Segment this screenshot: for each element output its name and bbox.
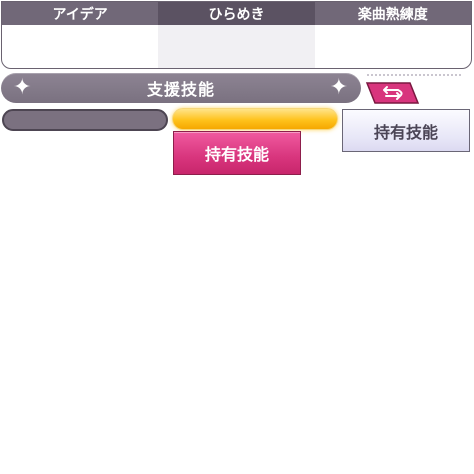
tab-content-inspiration <box>158 25 315 68</box>
support-skill-title: 支援技能 <box>146 80 215 99</box>
sparkle-icon: ✦ <box>329 75 349 100</box>
skill-progress-bar-full <box>172 108 338 130</box>
sparkle-icon: ✦ <box>13 75 33 100</box>
tab-content <box>2 25 471 68</box>
tab-idea[interactable]: アイデア <box>2 2 159 25</box>
swap-button[interactable] <box>364 81 420 105</box>
tab-panel: アイデア ひらめき 楽曲熟練度 <box>1 1 472 69</box>
divider-dots <box>366 73 462 77</box>
owned-skill-button-primary[interactable]: 持有技能 <box>173 131 301 175</box>
tab-song-proficiency[interactable]: 楽曲熟練度 <box>314 2 471 25</box>
tab-inspiration-label: ひらめき <box>208 6 265 23</box>
tab-inspiration[interactable]: ひらめき <box>158 2 315 25</box>
tab-idea-label: アイデア <box>52 6 108 23</box>
swap-arrows-icon <box>365 82 420 104</box>
support-skill-banner: ✦ 支援技能 ✦ <box>1 73 361 103</box>
owned-skill-button-secondary[interactable]: 持有技能 <box>342 109 470 152</box>
tab-content-song-proficiency <box>315 25 471 68</box>
owned-skill-label: 持有技能 <box>373 122 438 142</box>
tab-bar: アイデア ひらめき 楽曲熟練度 <box>2 2 471 25</box>
tab-content-idea <box>2 25 158 68</box>
owned-skill-label: 持有技能 <box>204 145 269 164</box>
tab-song-proficiency-label: 楽曲熟練度 <box>357 6 428 23</box>
skill-progress-bar-empty <box>2 109 168 131</box>
